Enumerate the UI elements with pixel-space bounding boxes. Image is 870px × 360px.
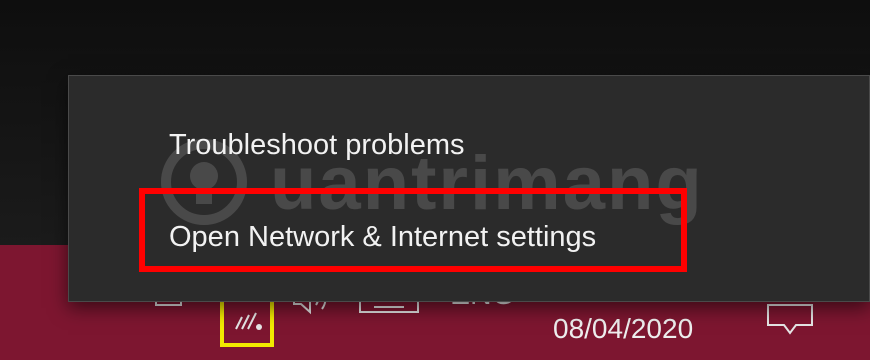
troubleshoot-problems-item[interactable]: Troubleshoot problems <box>169 129 465 162</box>
notification-icon[interactable] <box>766 303 814 335</box>
clock-date[interactable]: 08/04/2020 <box>553 313 693 345</box>
settings-highlight-box <box>139 188 687 272</box>
